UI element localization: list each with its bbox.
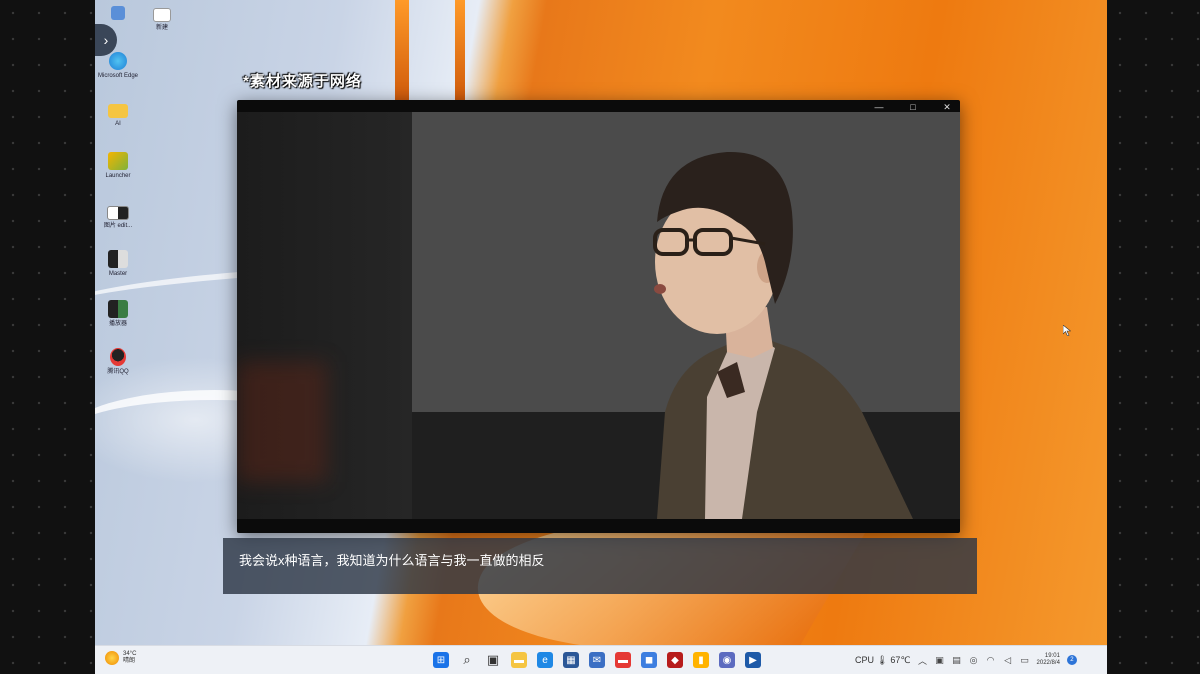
taskbar-clock[interactable]: 19:01 2022/8/4 bbox=[1037, 653, 1060, 667]
recycle-bin-icon bbox=[111, 6, 125, 20]
right-margin bbox=[1107, 0, 1200, 674]
weather-desc: 晴朗 bbox=[123, 658, 136, 664]
document-icon bbox=[153, 8, 171, 22]
system-tray: CPU 🌡 67℃ ︿ ▣ ▤ ◎ ◠ ◁ ▭ 19:01 2022/8/4 2 bbox=[855, 653, 1077, 667]
store-icon[interactable]: ▦ bbox=[563, 652, 579, 668]
cpu-temp[interactable]: CPU 🌡 67℃ bbox=[855, 655, 911, 666]
video-player-window[interactable]: — □ ✕ bbox=[237, 100, 960, 533]
left-margin bbox=[0, 0, 95, 674]
mouse-cursor-icon bbox=[1063, 325, 1071, 336]
app-icon bbox=[108, 250, 128, 268]
desktop-icon[interactable]: Launcher bbox=[95, 152, 141, 180]
notification-badge[interactable]: 2 bbox=[1066, 655, 1077, 665]
desktop-icon[interactable]: 腾讯QQ bbox=[95, 348, 141, 376]
folder-icon bbox=[108, 104, 128, 118]
desktop-icon[interactable]: 播放器 bbox=[95, 300, 141, 328]
task-view-icon[interactable]: ▣ bbox=[485, 652, 501, 668]
speaker-figure bbox=[653, 151, 913, 519]
app-icon[interactable]: ▮ bbox=[693, 652, 709, 668]
video-player-icon[interactable]: ▶ bbox=[745, 652, 761, 668]
wifi-icon[interactable]: ◠ bbox=[986, 655, 996, 665]
windows-icon[interactable]: ⊞ bbox=[433, 652, 449, 668]
source-watermark: *素材来源于网络 bbox=[243, 73, 362, 90]
app-icon[interactable]: ▬ bbox=[615, 652, 631, 668]
desktop-icon[interactable]: AI bbox=[95, 104, 141, 128]
network-icon[interactable]: ◎ bbox=[969, 655, 979, 665]
desktop-icon[interactable]: 图片 edit... bbox=[95, 206, 141, 230]
desktop-icon[interactable]: Microsoft Edge bbox=[95, 52, 141, 80]
globe-icon[interactable]: ◉ bbox=[719, 652, 735, 668]
weather-widget[interactable]: 34°C 晴朗 bbox=[105, 651, 136, 665]
subtitle-overlay: 我会说x种语言，我知道为什么语言与我一直做的相反 bbox=[223, 538, 977, 594]
desktop-icon[interactable] bbox=[95, 6, 141, 23]
edge-icon[interactable]: e bbox=[537, 652, 553, 668]
edge-icon bbox=[109, 52, 127, 70]
sun-icon bbox=[105, 651, 119, 665]
desktop-icon[interactable]: 新建 bbox=[139, 8, 185, 32]
app-icon[interactable]: ◆ bbox=[667, 652, 683, 668]
tray-app-icon[interactable]: ▤ bbox=[952, 655, 962, 665]
app-icon[interactable]: ◼ bbox=[641, 652, 657, 668]
weather-temp: 34°C bbox=[123, 651, 137, 657]
volume-icon[interactable]: ◁ bbox=[1003, 655, 1013, 665]
battery-icon[interactable]: ▭ bbox=[1020, 655, 1030, 665]
taskbar-apps: ⊞ ⌕ ▣ ▬ e ▦ ✉ ▬ ◼ ◆ ▮ ◉ ▶ bbox=[433, 652, 761, 668]
mail-icon[interactable]: ✉ bbox=[589, 652, 605, 668]
image-icon bbox=[107, 206, 129, 220]
app-icon bbox=[108, 300, 128, 318]
game-icon bbox=[108, 152, 128, 170]
chevron-up-icon[interactable]: ︿ bbox=[918, 655, 928, 666]
desktop-screen: › 新建 Microsoft Edge AI Launcher 图片 edit.… bbox=[95, 0, 1107, 674]
qq-icon bbox=[110, 348, 126, 366]
folder-icon[interactable]: ▬ bbox=[511, 652, 527, 668]
subtitle-text: 我会说x种语言，我知道为什么语言与我一直做的相反 bbox=[239, 553, 545, 568]
tray-app-icon[interactable]: ▣ bbox=[935, 655, 945, 665]
search-icon[interactable]: ⌕ bbox=[459, 652, 475, 668]
video-frame[interactable] bbox=[237, 112, 960, 519]
desktop-icon[interactable]: Master bbox=[95, 250, 141, 278]
taskbar: 34°C 晴朗 ⊞ ⌕ ▣ ▬ e ▦ ✉ ▬ ◼ ◆ ▮ ◉ ▶ CPU 🌡 67℃ ︿ ▣ ▤ ◎ … bbox=[95, 645, 1107, 674]
